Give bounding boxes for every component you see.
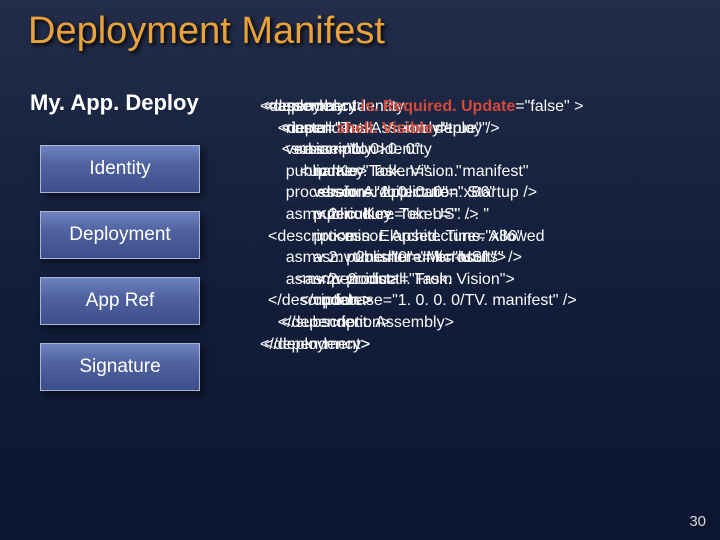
subtitle: My. App. Deploy — [30, 90, 199, 116]
code-text: <subscription> <update> <before. Applica… — [264, 141, 545, 352]
code-attr-highlight: shell. Visible — [336, 120, 433, 137]
sidebar-item-deployment: Deployment — [40, 211, 200, 259]
sidebar-item-signature: Signature — [40, 343, 200, 391]
page-title: Deployment Manifest — [28, 10, 385, 53]
page-number: 30 — [689, 513, 706, 530]
slide: Deployment Manifest My. App. Deploy Iden… — [0, 0, 720, 540]
code-text: <install — [264, 120, 336, 137]
code-text: <deployment — [264, 98, 361, 115]
sidebar-item-identity: Identity — [40, 145, 200, 193]
sidebar: Identity Deployment App Ref Signature — [40, 145, 200, 391]
code-text: ="false" > — [515, 98, 583, 115]
code-text: ="true" /> — [433, 120, 500, 137]
code-attr-highlight: is. Required. Update — [361, 98, 516, 115]
code-layer-deployment: <deployment is. Required. Update="false"… — [264, 96, 584, 355]
code-area: <dependency> <dependent. Assembly> <asse… — [260, 96, 700, 476]
sidebar-item-appref: App Ref — [40, 277, 200, 325]
